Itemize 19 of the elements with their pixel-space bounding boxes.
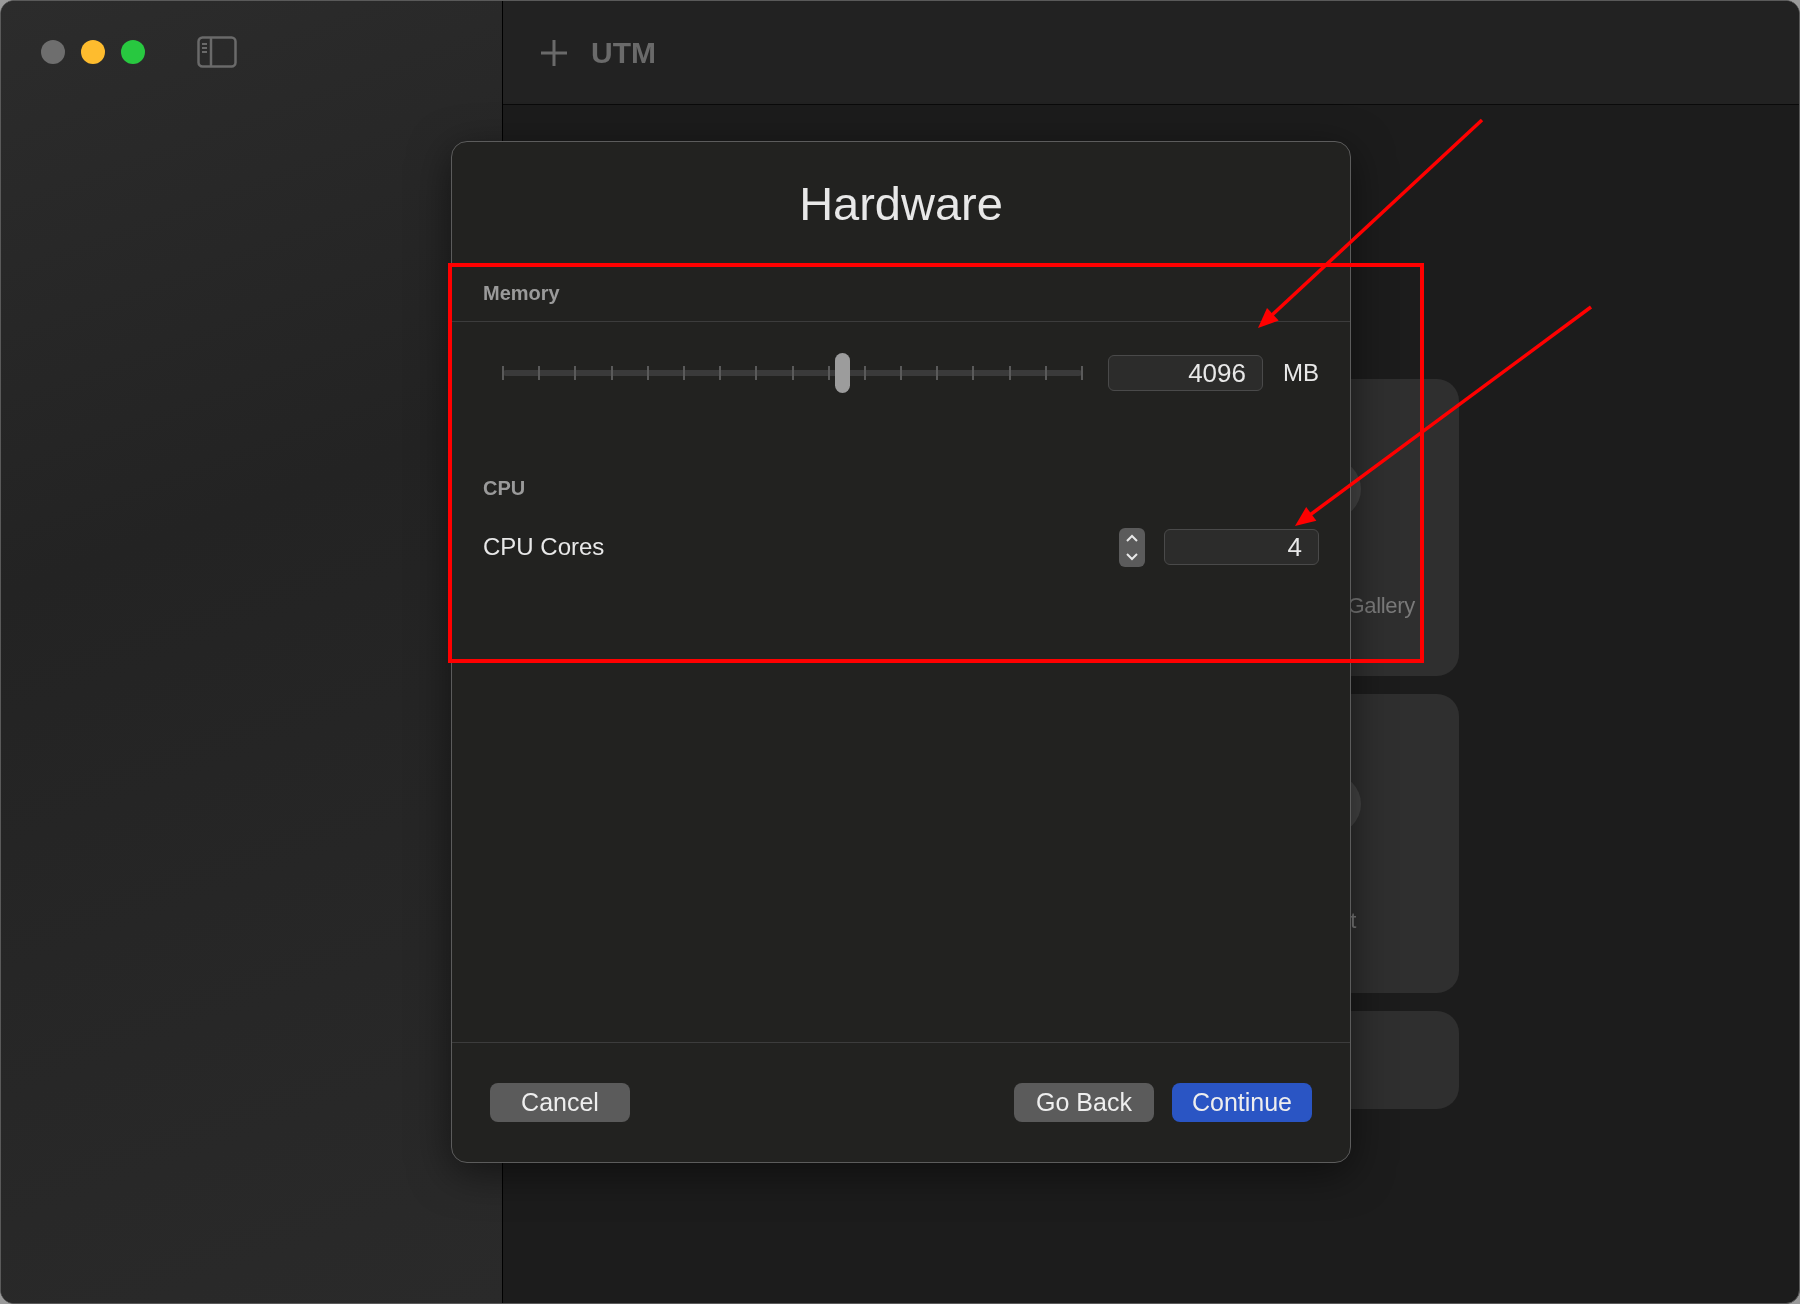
add-icon[interactable] — [539, 37, 569, 68]
sidebar-toggle-icon[interactable] — [197, 36, 237, 68]
dialog-title: Hardware — [799, 176, 1003, 231]
card-label: t — [1350, 908, 1356, 934]
slider-thumb[interactable] — [834, 353, 850, 393]
memory-slider[interactable] — [499, 353, 1086, 393]
stepper-control[interactable] — [1119, 527, 1145, 567]
zoom-window-button[interactable] — [121, 40, 145, 64]
memory-field[interactable]: 4096 — [1108, 355, 1263, 391]
unit-label: MB — [1283, 359, 1319, 387]
cancel-button[interactable]: Cancel — [490, 1083, 630, 1122]
field-label: CPU Cores — [483, 533, 606, 561]
section-header: CPU — [482, 476, 527, 500]
minimize-window-button[interactable] — [81, 40, 105, 64]
close-window-button[interactable] — [41, 40, 65, 64]
back-button[interactable]: Go Back — [1014, 1083, 1154, 1122]
window-title: UTM — [591, 35, 656, 70]
cpu-cores-field[interactable]: 4 — [1164, 529, 1319, 565]
continue-button[interactable]: Continue — [1172, 1083, 1312, 1122]
